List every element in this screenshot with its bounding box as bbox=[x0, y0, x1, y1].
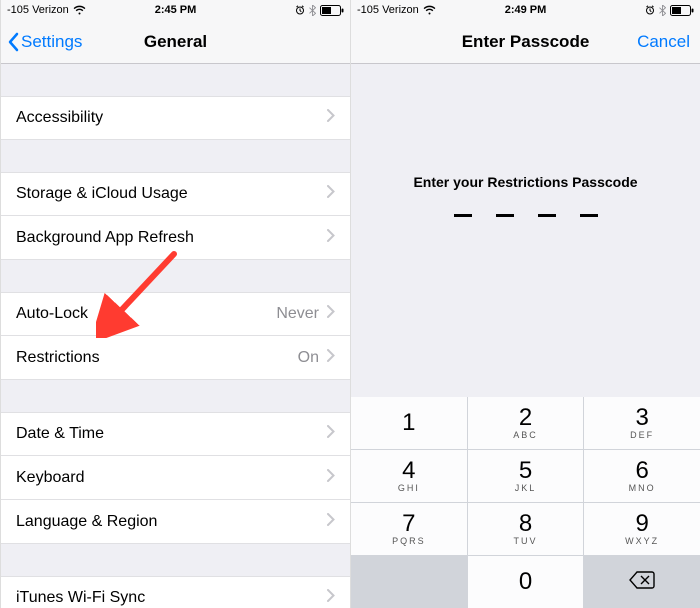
wifi-icon bbox=[423, 5, 436, 15]
chevron-right-icon bbox=[327, 229, 335, 247]
keypad-6[interactable]: 6 MNO bbox=[584, 450, 700, 502]
backspace-icon bbox=[629, 571, 655, 594]
alarm-icon bbox=[645, 5, 655, 15]
wifi-icon bbox=[73, 5, 86, 15]
back-label: Settings bbox=[21, 32, 82, 52]
row-auto-lock[interactable]: Auto-Lock Never bbox=[1, 292, 350, 336]
key-number: 8 bbox=[519, 512, 532, 536]
keypad-0[interactable]: 0 bbox=[468, 556, 584, 608]
chevron-right-icon bbox=[327, 109, 335, 127]
keypad-4[interactable]: 4 GHI bbox=[351, 450, 467, 502]
status-time: 2:49 PM bbox=[505, 4, 547, 16]
cell-detail: Never bbox=[276, 305, 319, 323]
key-letters: ABC bbox=[513, 430, 538, 440]
cell-label: Accessibility bbox=[16, 109, 327, 127]
back-button[interactable]: Settings bbox=[1, 32, 82, 52]
status-bar: -105 Verizon 2:49 PM bbox=[351, 0, 700, 20]
cell-detail: On bbox=[298, 349, 319, 367]
battery-icon bbox=[670, 5, 694, 16]
chevron-right-icon bbox=[327, 425, 335, 443]
nav-bar: Settings General bbox=[1, 20, 350, 64]
passcode-dash bbox=[496, 214, 514, 217]
key-letters: DEF bbox=[630, 430, 654, 440]
battery-icon bbox=[320, 5, 344, 16]
row-itunes-wifi-sync[interactable]: iTunes Wi-Fi Sync bbox=[1, 576, 350, 608]
alarm-icon bbox=[295, 5, 305, 15]
passcode-pane: -105 Verizon 2:49 PM Enter Passcode Canc… bbox=[350, 0, 700, 608]
passcode-field bbox=[454, 214, 598, 217]
page-title: Enter Passcode bbox=[462, 32, 590, 52]
key-number: 4 bbox=[402, 459, 415, 483]
bluetooth-icon bbox=[309, 5, 316, 16]
passcode-dash bbox=[580, 214, 598, 217]
chevron-right-icon bbox=[327, 469, 335, 487]
keypad-delete[interactable] bbox=[584, 556, 700, 608]
row-restrictions[interactable]: Restrictions On bbox=[1, 336, 350, 380]
chevron-right-icon bbox=[327, 349, 335, 367]
bluetooth-icon bbox=[659, 5, 666, 16]
status-bar: -105 Verizon 2:45 PM bbox=[1, 0, 350, 20]
chevron-right-icon bbox=[327, 305, 335, 323]
row-accessibility[interactable]: Accessibility bbox=[1, 96, 350, 140]
keypad-blank bbox=[351, 556, 467, 608]
row-background-refresh[interactable]: Background App Refresh bbox=[1, 216, 350, 260]
cell-label: Auto-Lock bbox=[16, 305, 276, 323]
chevron-left-icon bbox=[7, 32, 19, 52]
key-number: 3 bbox=[635, 406, 648, 430]
keypad-7[interactable]: 7 PQRS bbox=[351, 503, 467, 555]
settings-list[interactable]: Accessibility Storage & iCloud Usage Bac… bbox=[1, 64, 350, 608]
nav-bar: Enter Passcode Cancel bbox=[351, 20, 700, 64]
cell-label: Language & Region bbox=[16, 513, 327, 531]
keypad-3[interactable]: 3 DEF bbox=[584, 397, 700, 449]
cell-label: Date & Time bbox=[16, 425, 327, 443]
key-number: 0 bbox=[519, 570, 532, 594]
chevron-right-icon bbox=[327, 513, 335, 531]
carrier-text: -105 Verizon bbox=[357, 4, 419, 16]
key-number: 7 bbox=[402, 512, 415, 536]
cell-label: Storage & iCloud Usage bbox=[16, 185, 327, 203]
key-letters: PQRS bbox=[392, 536, 426, 546]
key-number: 1 bbox=[402, 411, 415, 435]
cancel-button[interactable]: Cancel bbox=[637, 32, 690, 52]
passcode-prompt: Enter your Restrictions Passcode bbox=[413, 174, 637, 190]
chevron-right-icon bbox=[327, 185, 335, 203]
row-date-time[interactable]: Date & Time bbox=[1, 412, 350, 456]
key-number: 9 bbox=[635, 512, 648, 536]
key-letters: WXYZ bbox=[625, 536, 659, 546]
key-letters: JKL bbox=[515, 483, 537, 493]
passcode-dash bbox=[538, 214, 556, 217]
keypad-1[interactable]: 1 bbox=[351, 397, 467, 449]
key-number: 2 bbox=[519, 406, 532, 430]
numeric-keypad: 1 2 ABC 3 DEF 4 GHI 5 JKL 6 MNO 7 PQRS 8 bbox=[351, 397, 700, 608]
cell-label: iTunes Wi-Fi Sync bbox=[16, 589, 327, 607]
keypad-8[interactable]: 8 TUV bbox=[468, 503, 584, 555]
keypad-5[interactable]: 5 JKL bbox=[468, 450, 584, 502]
row-language-region[interactable]: Language & Region bbox=[1, 500, 350, 544]
key-number: 6 bbox=[635, 459, 648, 483]
keypad-9[interactable]: 9 WXYZ bbox=[584, 503, 700, 555]
key-letters: MNO bbox=[629, 483, 656, 493]
cell-label: Restrictions bbox=[16, 349, 298, 367]
key-number: 5 bbox=[519, 459, 532, 483]
chevron-right-icon bbox=[327, 589, 335, 607]
settings-general-pane: -105 Verizon 2:45 PM Settings General bbox=[0, 0, 350, 608]
key-letters: TUV bbox=[513, 536, 537, 546]
key-letters: GHI bbox=[398, 483, 420, 493]
carrier-text: -105 Verizon bbox=[7, 4, 69, 16]
status-time: 2:45 PM bbox=[155, 4, 197, 16]
row-storage-icloud[interactable]: Storage & iCloud Usage bbox=[1, 172, 350, 216]
keypad-2[interactable]: 2 ABC bbox=[468, 397, 584, 449]
row-keyboard[interactable]: Keyboard bbox=[1, 456, 350, 500]
passcode-dash bbox=[454, 214, 472, 217]
cell-label: Background App Refresh bbox=[16, 229, 327, 247]
page-title: General bbox=[144, 32, 207, 52]
cell-label: Keyboard bbox=[16, 469, 327, 487]
